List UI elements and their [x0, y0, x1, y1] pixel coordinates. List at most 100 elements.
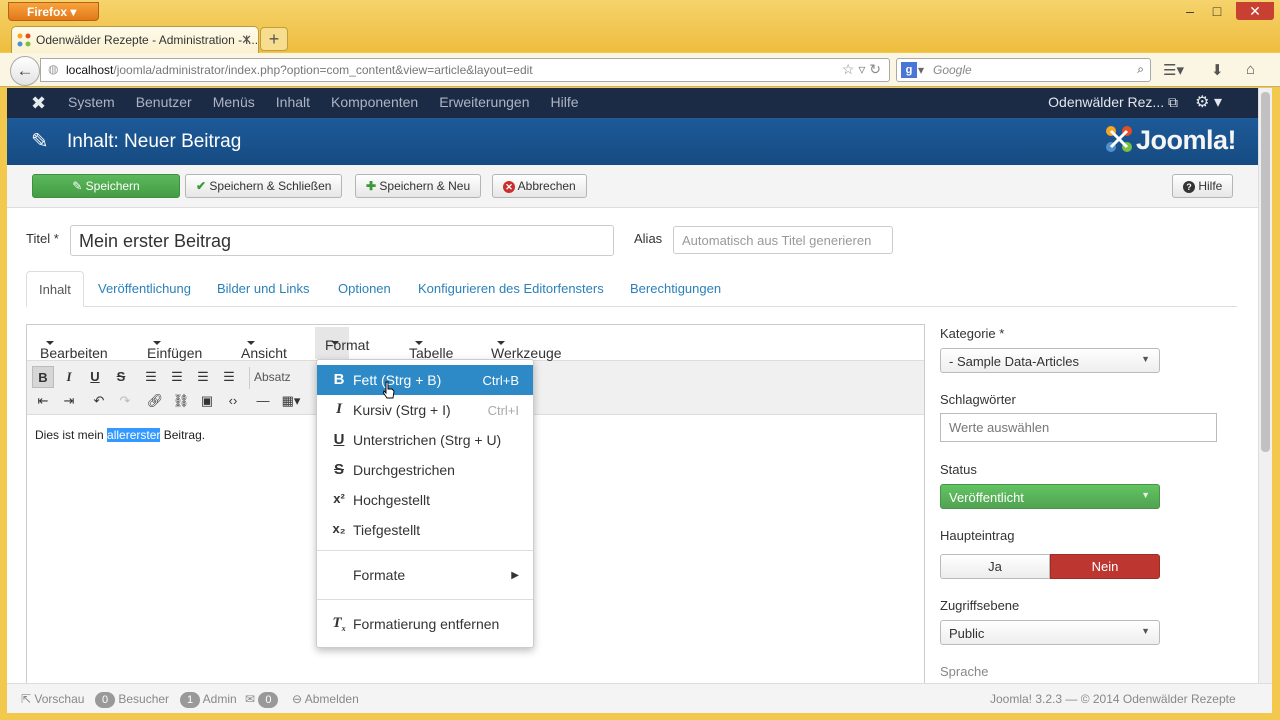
format-subscript-item[interactable]: x₂ Tiefgestellt — [317, 515, 533, 545]
visitors-status: 0 Besucher — [95, 692, 169, 708]
menu-menues[interactable]: Menüs — [213, 94, 255, 110]
align-center-icon[interactable]: ☰ — [166, 366, 188, 388]
save-new-button[interactable]: ✚ Speichern & Neu — [355, 174, 482, 198]
strikethrough-icon[interactable]: S — [110, 366, 132, 388]
tab-title: Odenwälder Rezepte - Administration - l.… — [36, 33, 259, 47]
access-select[interactable]: Public ▼ — [940, 620, 1160, 645]
back-button[interactable]: ← — [10, 56, 40, 86]
site-link[interactable]: Odenwälder Rez... ⧉ — [1048, 94, 1178, 111]
format-bold-item[interactable]: B Fett (Strg + B) Ctrl+B — [317, 365, 533, 399]
messages-status[interactable]: ✉ 0 — [245, 692, 279, 708]
bold-icon[interactable]: B — [32, 366, 54, 388]
align-right-icon[interactable]: ☰ — [192, 366, 214, 388]
logout-link[interactable]: ⊖ Abmelden — [292, 692, 359, 706]
help-button[interactable]: ? Hilfe — [1172, 174, 1234, 198]
address-bar[interactable]: ◍ localhost/joomla/administrator/index.p… — [40, 58, 890, 82]
firefox-menu-button[interactable]: Firefox ▾ — [8, 2, 99, 21]
format-clear-item[interactable]: Tx Formatierung entfernen — [317, 609, 533, 639]
horizontal-rule-icon[interactable]: — — [252, 390, 274, 412]
search-icon[interactable]: ⌕ — [1137, 62, 1144, 77]
search-bar[interactable]: g ▾ Google ⌕ — [896, 58, 1151, 82]
menu-system[interactable]: System — [68, 94, 115, 110]
format-superscript-item[interactable]: x² Hochgestellt — [317, 485, 533, 515]
maximize-icon[interactable]: □ — [1203, 2, 1231, 20]
format-underline-item[interactable]: U Unterstrichen (Strg + U) — [317, 425, 533, 455]
search-engine-dropdown-icon[interactable]: ▾ — [918, 63, 924, 77]
indent-icon[interactable]: ⇥ — [58, 390, 80, 412]
align-left-icon[interactable]: ☰ — [140, 366, 162, 388]
preview-link[interactable]: ⇱ Vorschau — [21, 692, 84, 706]
minimize-icon[interactable]: – — [1176, 2, 1204, 20]
user-settings-gear-icon[interactable]: ⚙ ▾ — [1195, 92, 1222, 112]
home-icon[interactable]: ⌂ — [1246, 61, 1255, 78]
chevron-down-icon: ▼ — [1141, 490, 1150, 500]
language-label: Sprache — [940, 664, 989, 679]
editor-menu-bearbeiten[interactable]: Bearbeiten — [40, 335, 108, 361]
save-close-button[interactable]: ✔ Speichern & Schließen — [185, 174, 343, 198]
redo-icon[interactable]: ↷ — [114, 390, 136, 412]
featured-yes-button[interactable]: Ja — [940, 554, 1050, 579]
undo-icon[interactable]: ↶ — [88, 390, 110, 412]
scrollbar-thumb[interactable] — [1261, 92, 1270, 452]
pencil-icon: ✎ — [31, 130, 49, 153]
cancel-icon: ✕ — [503, 181, 515, 193]
link-icon[interactable]: 🔗︎ — [144, 390, 166, 412]
chevron-down-icon: ▼ — [1141, 354, 1150, 364]
save-button[interactable]: ✎ Speichern — [32, 174, 180, 198]
table-icon[interactable]: ▦▾ — [280, 390, 302, 412]
editor-menu-einfuegen[interactable]: Einfügen — [147, 335, 202, 361]
unlink-icon[interactable]: ⛓︎ — [170, 390, 192, 412]
browser-tab[interactable]: Odenwälder Rezepte - Administration - l.… — [11, 26, 259, 53]
format-strikethrough-item[interactable]: S Durchgestrichen — [317, 455, 533, 485]
menu-hilfe[interactable]: Hilfe — [550, 94, 578, 110]
align-justify-icon[interactable]: ☰ — [218, 366, 240, 388]
editor-menu-ansicht[interactable]: Ansicht — [241, 335, 287, 361]
bookmarks-icon[interactable]: ☰▾ — [1163, 61, 1184, 79]
code-icon[interactable]: ‹› — [222, 390, 244, 412]
underline-icon[interactable]: U — [84, 366, 106, 388]
block-format-select[interactable]: Absatz — [249, 367, 319, 389]
menu-komponenten[interactable]: Komponenten — [331, 94, 418, 110]
tab-bilder-links[interactable]: Bilder und Links — [205, 271, 322, 307]
tab-editorfenster[interactable]: Konfigurieren des Editorfensters — [406, 271, 616, 307]
tab-optionen[interactable]: Optionen — [326, 271, 403, 307]
page-title: Inhalt: Neuer Beitrag — [67, 131, 242, 152]
format-formats-item[interactable]: Formate ▶ — [317, 560, 533, 590]
category-select[interactable]: - Sample Data-Articles ▼ — [940, 348, 1160, 373]
download-icon[interactable]: ⬇ — [1211, 61, 1224, 79]
italic-icon: I — [336, 401, 342, 417]
menu-divider — [317, 550, 533, 551]
editor-menu-format[interactable]: Format — [315, 327, 369, 359]
tab-inhalt[interactable]: Inhalt — [26, 271, 84, 307]
joomla-logo-icon[interactable]: ✖ — [31, 93, 46, 114]
menu-erweiterungen[interactable]: Erweiterungen — [439, 94, 529, 110]
editor-menu-tabelle[interactable]: Tabelle — [409, 335, 453, 361]
format-italic-item[interactable]: I Kursiv (Strg + I) Ctrl+I — [317, 395, 533, 425]
status-footer: ⇱ Vorschau 0 Besucher 1 Admin ✉ 0 ⊖ Abme… — [7, 683, 1272, 713]
close-window-icon[interactable]: ✕ — [1236, 2, 1274, 20]
title-field[interactable]: Mein erster Beitrag — [70, 225, 614, 256]
alias-field[interactable]: Automatisch aus Titel generieren — [673, 226, 893, 254]
editor-menu-werkzeuge[interactable]: Werkzeuge — [491, 335, 562, 361]
format-dropdown-menu: B Fett (Strg + B) Ctrl+B I Kursiv (Strg … — [316, 359, 534, 648]
tab-veroeffentlichung[interactable]: Veröffentlichung — [86, 271, 203, 307]
status-select[interactable]: Veröffentlicht ▼ — [940, 484, 1160, 509]
subscript-icon: x₂ — [332, 521, 346, 536]
menu-benutzer[interactable]: Benutzer — [136, 94, 192, 110]
joomla-brand-logo: Joomla! — [1104, 124, 1237, 156]
italic-icon[interactable]: I — [58, 366, 80, 388]
new-tab-button[interactable]: + — [260, 27, 288, 51]
featured-no-button[interactable]: Nein — [1050, 554, 1160, 579]
tab-berechtigungen[interactable]: Berechtigungen — [618, 271, 733, 307]
editor-content[interactable]: Dies ist mein allererster Beitrag. — [35, 428, 205, 442]
cancel-button[interactable]: ✕ Abbrechen — [492, 174, 587, 198]
image-icon[interactable]: ▣ — [196, 390, 218, 412]
minus-icon: ⊖ — [292, 692, 303, 706]
tab-close-icon[interactable]: ✕ — [241, 32, 252, 48]
page-scrollbar[interactable] — [1258, 88, 1272, 683]
menu-divider — [317, 599, 533, 600]
outdent-icon[interactable]: ⇤ — [32, 390, 54, 412]
bookmark-star-icon[interactable]: ☆ ▿ ↻ — [842, 61, 881, 78]
tags-input[interactable]: Werte auswählen — [940, 413, 1217, 442]
menu-inhalt[interactable]: Inhalt — [276, 94, 310, 110]
